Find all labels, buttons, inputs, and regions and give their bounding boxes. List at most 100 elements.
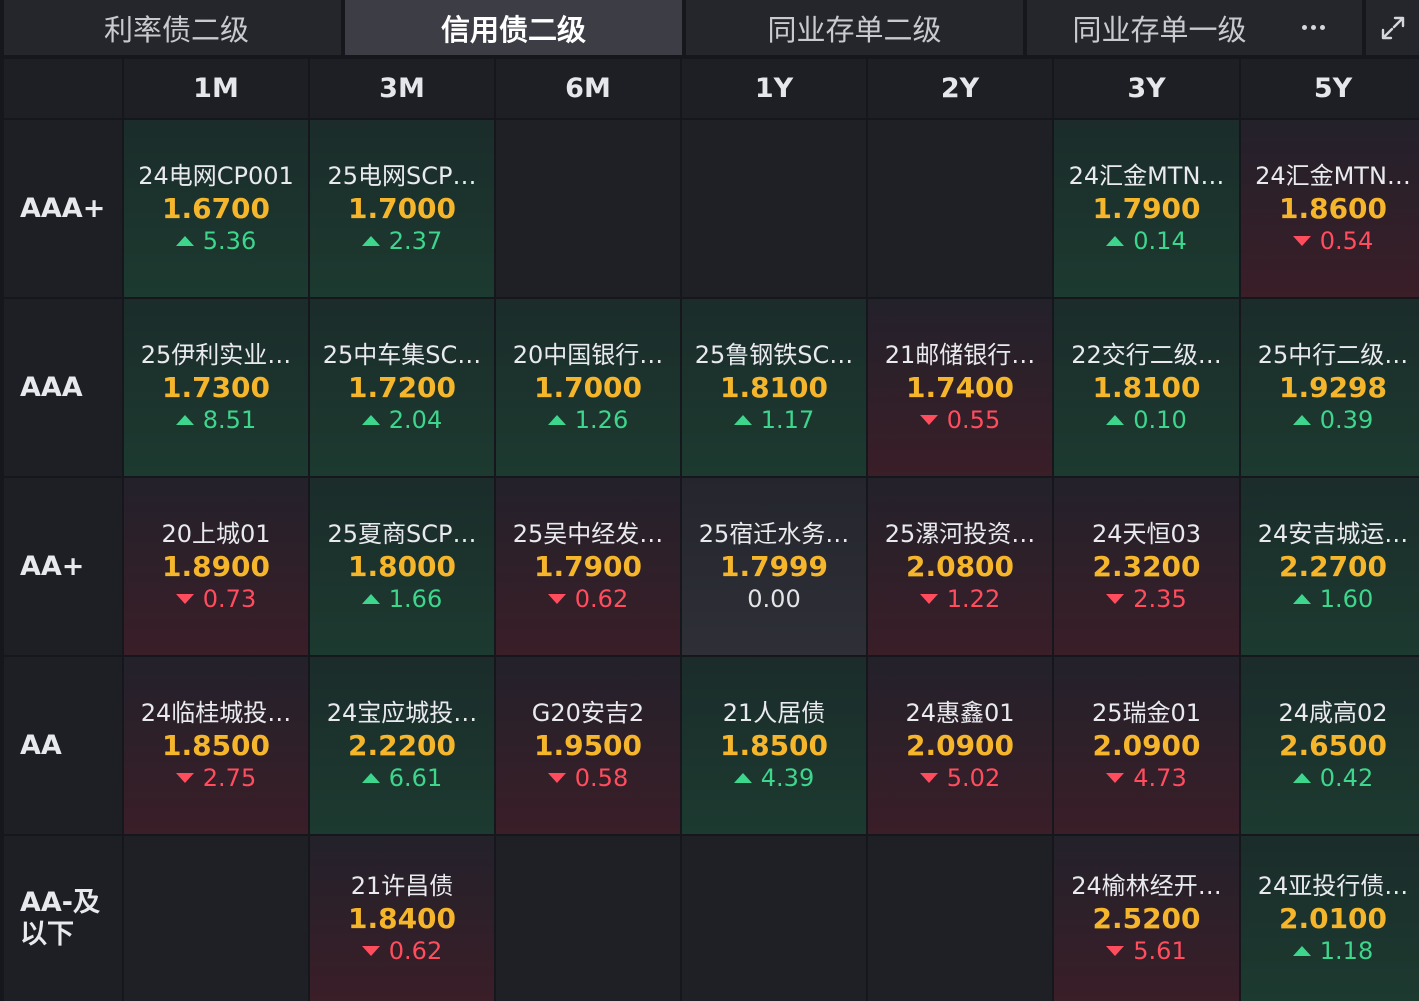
bond-yield: 1.8900 xyxy=(161,550,271,583)
bond-yield: 2.6500 xyxy=(1278,729,1388,762)
arrow-down-icon xyxy=(547,594,566,604)
arrow-up-icon xyxy=(175,415,194,425)
bond-change-value: 0.58 xyxy=(574,764,629,792)
bond-cell[interactable]: 24汇金MTN… 1.7900 0.14 xyxy=(1054,120,1239,297)
bond-cell[interactable]: 24榆林经开… 2.5200 5.61 xyxy=(1054,836,1239,1001)
bond-change-value: 2.35 xyxy=(1133,585,1187,613)
bond-yield: 2.0100 xyxy=(1278,902,1388,935)
bond-cell[interactable]: G20安吉2 1.9500 0.58 xyxy=(496,657,680,834)
tab-credit-bond-secondary[interactable]: 信用债二级 xyxy=(345,0,682,55)
bond-change-value: 1.18 xyxy=(1319,937,1374,965)
bond-cell[interactable]: 24天恒03 2.3200 2.35 xyxy=(1054,478,1239,655)
bond-cell[interactable]: 24电网CP001 1.6700 5.36 xyxy=(124,120,308,297)
bond-cell[interactable]: 25中车集SC… 1.7200 2.04 xyxy=(310,299,494,476)
bond-change-value: 5.61 xyxy=(1133,937,1187,965)
bond-cell[interactable]: 20中国银行… 1.7000 1.26 xyxy=(496,299,680,476)
bond-change-value: 0.54 xyxy=(1319,227,1374,255)
bond-cell[interactable]: 24惠鑫01 2.0900 5.02 xyxy=(868,657,1052,834)
bond-cell[interactable]: 25瑞金01 2.0900 4.73 xyxy=(1054,657,1239,834)
bond-yield: 1.8500 xyxy=(719,729,829,762)
bond-change: 0.54 xyxy=(1292,225,1374,257)
empty-cell xyxy=(496,120,680,297)
bond-yield: 1.8600 xyxy=(1278,192,1388,225)
bond-cell[interactable]: 24亚投行债… 2.0100 1.18 xyxy=(1241,836,1419,1001)
bond-name: 22交行二级… xyxy=(1071,341,1222,369)
arrow-up-icon xyxy=(175,236,194,246)
bond-cell[interactable]: 24汇金MTN… 1.8600 0.54 xyxy=(1241,120,1419,297)
bond-change: 1.17 xyxy=(733,404,815,436)
tab-label: 同业存单二级 xyxy=(767,12,942,47)
bond-name: G20安吉2 xyxy=(531,699,645,727)
row-label: AA xyxy=(4,657,122,834)
bond-cell[interactable]: 25电网SCP… 1.7000 2.37 xyxy=(310,120,494,297)
bond-change: 0.62 xyxy=(547,583,629,615)
bond-cell[interactable]: 25鲁钢铁SC… 1.8100 1.17 xyxy=(682,299,866,476)
bond-yield: 1.8100 xyxy=(1092,371,1201,404)
arrow-up-icon xyxy=(361,415,380,425)
bond-yield: 1.7999 xyxy=(719,550,829,583)
bond-change-value: 2.04 xyxy=(388,406,443,434)
arrow-down-icon xyxy=(1292,236,1311,246)
bond-cell[interactable]: 24宝应城投… 2.2200 6.61 xyxy=(310,657,494,834)
arrow-down-icon xyxy=(361,946,380,956)
column-header-1y[interactable]: 1Y xyxy=(682,59,866,118)
bond-yield: 1.7000 xyxy=(347,192,457,225)
arrow-down-icon xyxy=(175,773,194,783)
bond-name: 20上城01 xyxy=(161,520,271,548)
bond-cell[interactable]: 21许昌债 1.8400 0.62 xyxy=(310,836,494,1001)
bond-cell[interactable]: 25中行二级… 1.9298 0.39 xyxy=(1241,299,1419,476)
arrow-up-icon xyxy=(1292,415,1311,425)
bond-yield: 2.2200 xyxy=(347,729,457,762)
column-header-5y[interactable]: 5Y xyxy=(1241,59,1419,118)
bond-change: 1.26 xyxy=(547,404,628,436)
bond-change-value: 0.62 xyxy=(574,585,629,613)
bond-cell[interactable]: 24安吉城运… 2.2700 1.60 xyxy=(1241,478,1419,655)
bond-cell[interactable]: 24临桂城投… 1.8500 2.75 xyxy=(124,657,308,834)
tab-ncd-primary[interactable]: 同业存单一级 xyxy=(1027,0,1292,55)
bond-cell[interactable]: 25吴中经发… 1.7900 0.62 xyxy=(496,478,680,655)
row-label-text: AA-及以下 xyxy=(20,886,100,950)
tab-rate-bond-secondary[interactable]: 利率债二级 xyxy=(4,0,341,55)
bond-name: 24亚投行债… xyxy=(1257,872,1409,900)
bond-change: 0.00 xyxy=(747,583,800,615)
bond-yield: 1.8000 xyxy=(347,550,457,583)
bond-change-value: 4.39 xyxy=(760,764,815,792)
bond-change: 5.36 xyxy=(175,225,256,257)
column-header-2y[interactable]: 2Y xyxy=(868,59,1052,118)
bond-cell[interactable]: 24咸高02 2.6500 0.42 xyxy=(1241,657,1419,834)
bond-cell[interactable]: 25夏商SCP… 1.8000 1.66 xyxy=(310,478,494,655)
arrow-down-icon xyxy=(919,415,938,425)
bond-change: 1.18 xyxy=(1292,935,1374,967)
column-header-3m[interactable]: 3M xyxy=(310,59,494,118)
column-header-3y[interactable]: 3Y xyxy=(1054,59,1239,118)
bond-change: 2.35 xyxy=(1106,583,1187,615)
bond-name: 25鲁钢铁SC… xyxy=(694,341,854,369)
more-tabs-button[interactable] xyxy=(1292,0,1362,55)
row-label-text: AA+ xyxy=(20,550,85,582)
bond-change: 0.58 xyxy=(547,762,629,794)
column-header-1m[interactable]: 1M xyxy=(124,59,308,118)
bond-change-value: 1.17 xyxy=(760,406,815,434)
bond-cell[interactable]: 20上城01 1.8900 0.73 xyxy=(124,478,308,655)
bond-cell[interactable]: 25宿迁水务… 1.7999 0.00 xyxy=(682,478,866,655)
credit-bond-yield-matrix: 利率债二级 信用债二级 同业存单二级 同业存单一级 1M 3M 6M 1Y 2Y 3Y 5Y… xyxy=(0,0,1419,1001)
column-header-6m[interactable]: 6M xyxy=(496,59,680,118)
row-label-text: AAA+ xyxy=(20,192,106,224)
bond-cell[interactable]: 25漯河投资… 2.0800 1.22 xyxy=(868,478,1052,655)
bond-change: 5.02 xyxy=(919,762,1000,794)
expand-icon xyxy=(1381,16,1404,39)
bond-change-value: 2.75 xyxy=(202,764,257,792)
bond-name: 25中行二级… xyxy=(1257,341,1409,369)
bond-cell[interactable]: 21人居债 1.8500 4.39 xyxy=(682,657,866,834)
bond-change-value: 6.61 xyxy=(388,764,443,792)
empty-cell xyxy=(868,120,1052,297)
tab-ncd-secondary[interactable]: 同业存单二级 xyxy=(686,0,1023,55)
bond-yield: 1.7400 xyxy=(905,371,1015,404)
expand-button[interactable] xyxy=(1366,0,1419,55)
arrow-up-icon xyxy=(733,415,752,425)
bond-cell[interactable]: 25伊利实业… 1.7300 8.51 xyxy=(124,299,308,476)
bond-name: 24汇金MTN… xyxy=(1068,162,1225,190)
bond-cell[interactable]: 22交行二级… 1.8100 0.10 xyxy=(1054,299,1239,476)
bond-name: 20中国银行… xyxy=(512,341,664,369)
bond-cell[interactable]: 21邮储银行… 1.7400 0.55 xyxy=(868,299,1052,476)
